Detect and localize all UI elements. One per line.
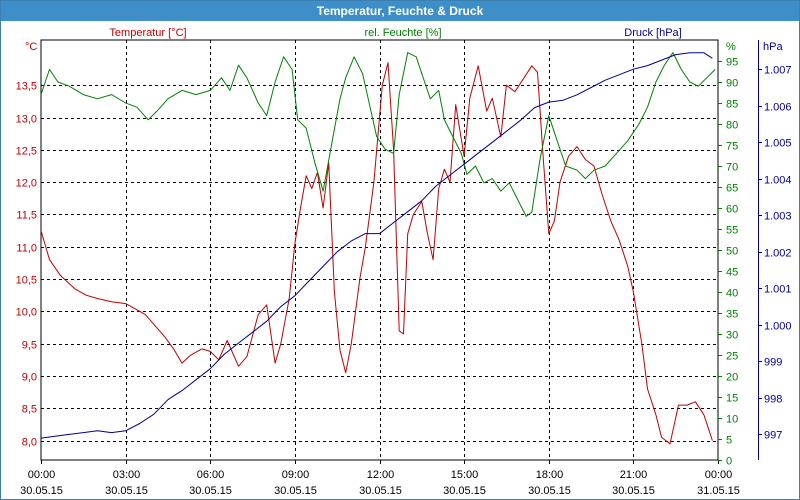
humidity-tick-label: 35: [726, 309, 738, 321]
humidity-tick-label: 40: [726, 288, 738, 300]
humidity-tick-label: 10: [726, 414, 738, 426]
temperature-tick-label: 10,5: [16, 275, 37, 287]
humidity-tick-label: 75: [726, 141, 738, 153]
pressure-series-line: [40, 52, 713, 439]
x-tick-time: 21:00: [620, 469, 648, 481]
humidity-tick-label: 60: [726, 204, 738, 216]
x-tick-time: 06:00: [197, 469, 225, 481]
temperature-tick-label: 9,0: [22, 372, 37, 384]
pressure-tick-label: 1.005: [764, 138, 792, 150]
humidity-tick-label: 85: [726, 99, 738, 111]
plot-border: [40, 39, 719, 461]
temperature-tick-label: 9,5: [22, 340, 37, 352]
humidity-tick-label: 55: [726, 225, 738, 237]
pressure-tick-label: 1.002: [764, 248, 792, 260]
x-tick-date: 30.05.15: [274, 485, 317, 497]
temperature-tick-label: 12,5: [16, 146, 37, 158]
temperature-tick-label: 11,0: [16, 243, 37, 255]
temperature-tick-label: 11,5: [16, 210, 37, 222]
x-tick-date: 30.05.15: [189, 485, 232, 497]
temperature-tick-label: 8,0: [22, 437, 37, 449]
temperature-unit: °C: [25, 41, 37, 53]
humidity-tick-label: 0: [726, 456, 732, 468]
humidity-unit: %: [726, 41, 736, 53]
humidity-tick-label: 25: [726, 351, 738, 363]
pressure-axis-label: Druck [hPa]: [624, 27, 681, 39]
humidity-axis-label: rel. Feuchte [%]: [364, 27, 441, 39]
x-tick-time: 12:00: [367, 469, 395, 481]
x-tick-date: 30.05.15: [359, 485, 402, 497]
temperature-tick-label: 12,0: [16, 178, 37, 190]
x-tick-time: 00:00: [28, 469, 56, 481]
pressure-tick-label: 1.001: [764, 284, 792, 296]
humidity-tick-label: 5: [726, 435, 732, 447]
humidity-tick-label: 90: [726, 78, 738, 90]
pressure-tick-label: 997: [764, 430, 782, 442]
humidity-tick-label: 70: [726, 162, 738, 174]
humidity-tick-label: 95: [726, 57, 738, 69]
humidity-tick-label: 15: [726, 393, 738, 405]
series-lines: [40, 52, 716, 445]
pressure-unit: hPa: [763, 41, 783, 53]
humidity-tick-label: 50: [726, 246, 738, 258]
humidity-tick-label: 45: [726, 267, 738, 279]
pressure-tick-label: 999: [764, 357, 782, 369]
pressure-tick-label: 1.007: [764, 65, 792, 77]
temperature-tick-label: 8,5: [22, 404, 37, 416]
pressure-tick-label: 1.003: [764, 211, 792, 223]
x-tick-date: 30.05.15: [443, 485, 486, 497]
humidity-tick-label: 80: [726, 120, 738, 132]
pressure-tick-label: 998: [764, 394, 782, 406]
x-tick-date: 30.05.15: [20, 485, 63, 497]
x-tick-time: 03:00: [113, 469, 141, 481]
x-tick-time: 09:00: [282, 469, 310, 481]
chart-canvas: 00:00 30.05.15 03:00 30.05.15 06:00 30.05.15 0…: [16, 27, 792, 497]
grid: [40, 39, 719, 461]
x-tick-time: 15:00: [451, 469, 479, 481]
temperature-tick-label: 13,5: [16, 81, 37, 93]
temperature-series-line: [40, 62, 713, 445]
x-tick-date: 30.05.15: [612, 485, 655, 497]
humidity-tick-label: 20: [726, 372, 738, 384]
x-tick-date: 31.05.15: [697, 485, 740, 497]
x-tick-time: 00:00: [705, 469, 733, 481]
temperature-tick-label: 10,0: [16, 307, 37, 319]
temperature-axis-label: Temperatur [°C]: [109, 27, 186, 39]
pressure-tick-label: 1.004: [764, 175, 792, 187]
axes: 00:00 30.05.15 03:00 30.05.15 06:00 30.05.15 0…: [16, 40, 792, 497]
humidity-tick-label: 65: [726, 183, 738, 195]
pressure-tick-label: 1.000: [764, 321, 792, 333]
x-tick-time: 18:00: [536, 469, 564, 481]
x-tick-date: 30.05.15: [528, 485, 571, 497]
x-tick-date: 30.05.15: [105, 485, 148, 497]
humidity-tick-label: 30: [726, 330, 738, 342]
pressure-tick-label: 1.006: [764, 102, 792, 114]
temperature-tick-label: 13,0: [16, 114, 37, 126]
